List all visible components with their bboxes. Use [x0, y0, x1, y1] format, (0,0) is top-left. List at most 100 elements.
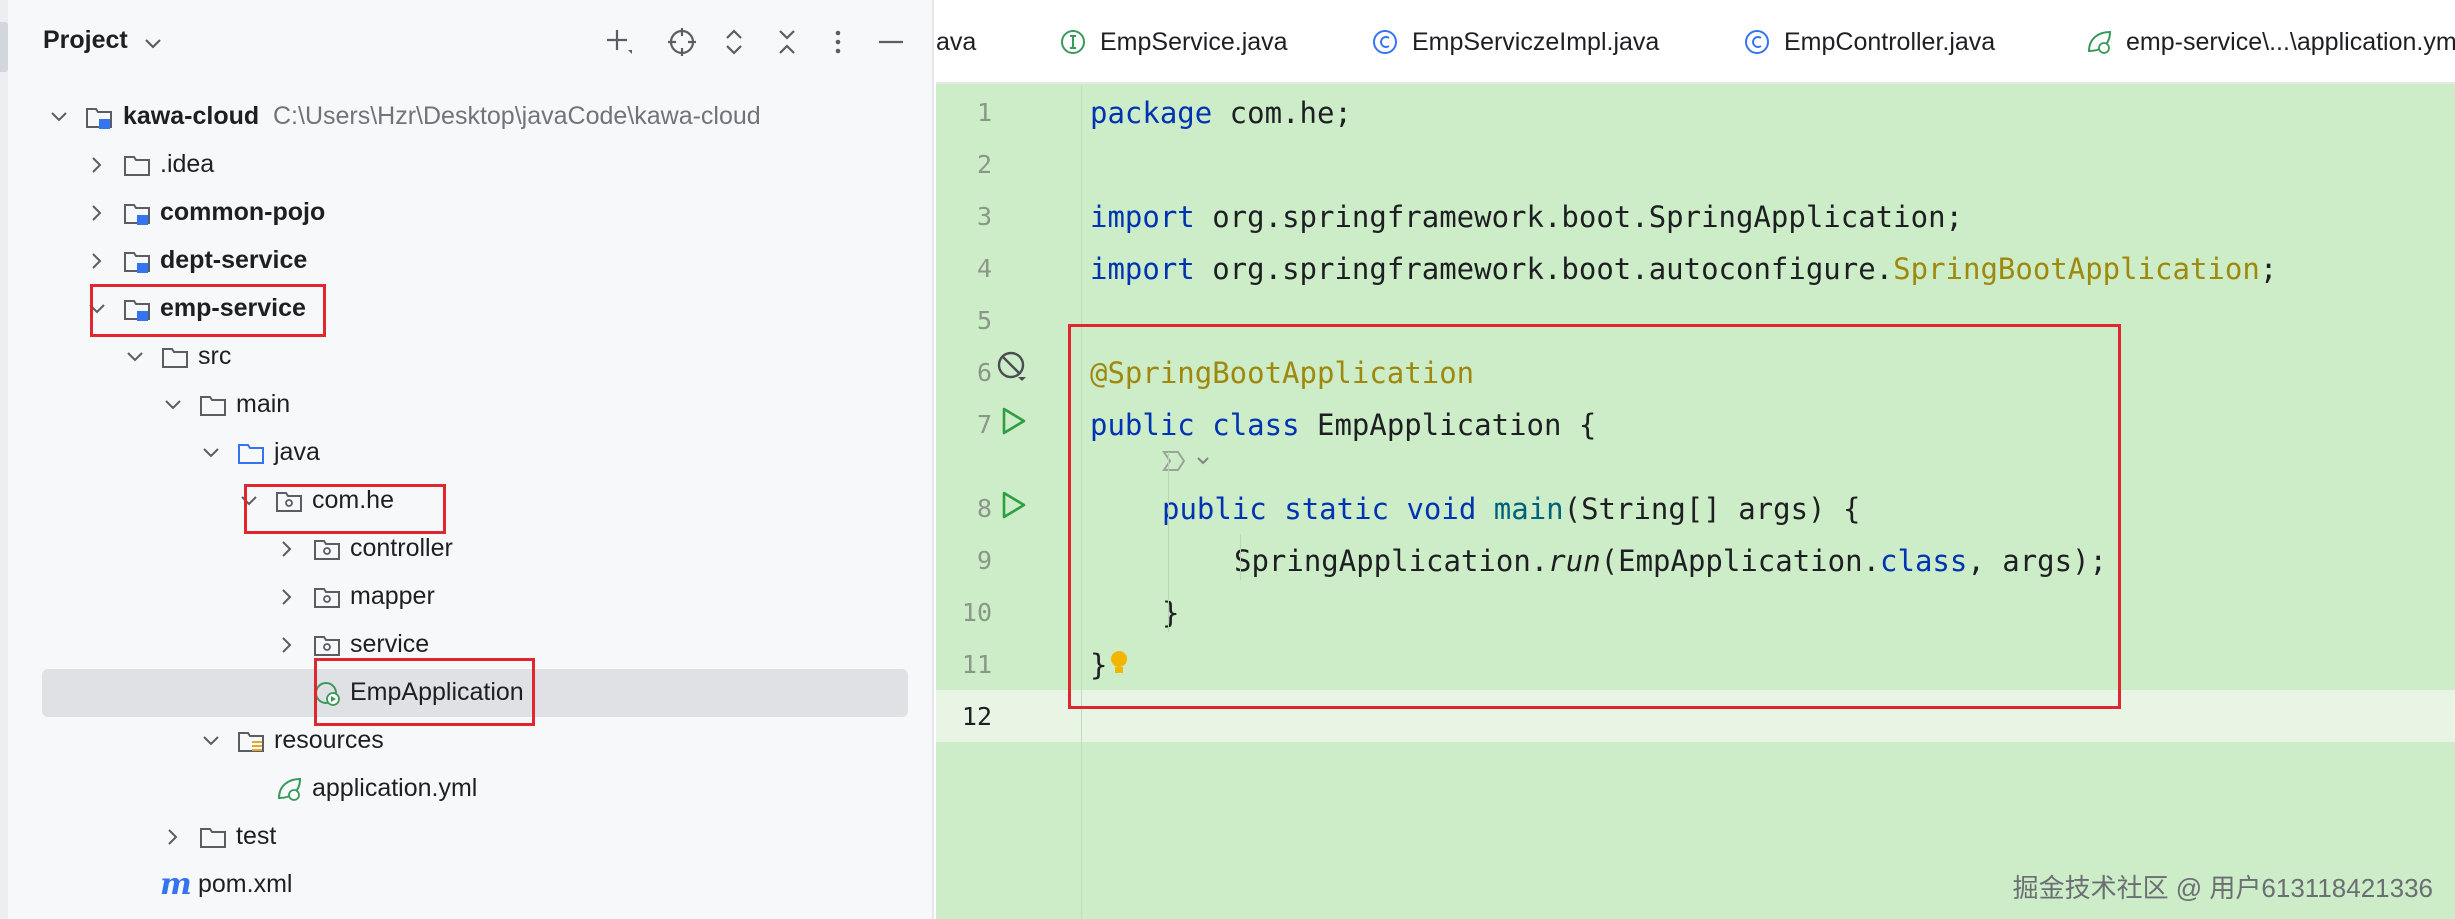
bean-disabled-icon[interactable]: [996, 350, 1030, 384]
chevron-right-icon[interactable]: [274, 536, 300, 562]
line-number: 2: [976, 150, 992, 179]
chevron-right-icon[interactable]: [84, 248, 110, 274]
chevron-right-icon[interactable]: [160, 824, 186, 850]
maven-icon: m: [160, 867, 192, 902]
editor-tab-bar: ava EmpService.java EmpServiczeImpl.java…: [936, 0, 2455, 84]
project-tool-window: Project kawa-cloud C:\Users\Hzr\Desktop\…: [0, 0, 934, 919]
tab-emp-controller-java[interactable]: EmpController.java: [1742, 0, 1996, 82]
line-number: 12: [961, 702, 992, 731]
tree-label-main: main: [236, 390, 291, 418]
tree-label-test: test: [236, 822, 277, 850]
tab-emp-service-java[interactable]: EmpService.java: [1058, 0, 1288, 82]
chevron-down-icon[interactable]: [140, 30, 166, 56]
tab-label: emp-service\...\application.ym: [2126, 27, 2455, 56]
run-icon[interactable]: [996, 404, 1030, 438]
tree-node-common-pojo[interactable]: common-pojo: [0, 189, 934, 237]
tree-label-kawa-cloud: kawa-cloud: [123, 102, 260, 130]
code-text: ;: [2259, 252, 2278, 286]
highlight-box-class: [1068, 324, 2121, 709]
tree-label-pom-xml: pom.xml: [198, 870, 293, 898]
chevron-down-icon[interactable]: [46, 104, 72, 130]
tree-node-main[interactable]: main: [0, 381, 934, 429]
package-icon: [314, 636, 340, 656]
collapse-all-icon[interactable]: [769, 24, 805, 60]
spring-yml-icon: [2087, 30, 2112, 54]
line-number: 10: [961, 598, 992, 627]
highlight-box-emp-application: [314, 658, 535, 726]
highlight-box-com-he: [244, 484, 446, 534]
editor-gutter: 1 2 3 4 5 6 7 8 9 10 11 12: [936, 86, 1082, 919]
locate-icon[interactable]: [664, 24, 700, 60]
tree-node-src[interactable]: src: [0, 333, 934, 381]
tree-node-dept-service[interactable]: dept-service: [0, 237, 934, 285]
line-number: 6: [976, 358, 992, 387]
watermark: 掘金技术社区 @ 用户613118421336: [2012, 873, 2433, 903]
tree-label-common-pojo: common-pojo: [160, 198, 326, 226]
add-icon[interactable]: [601, 24, 637, 60]
tree-node-com-he[interactable]: com.he: [0, 477, 934, 525]
code-text: org.springframework.boot.SpringApplicati…: [1194, 200, 1963, 234]
tree-node-controller[interactable]: controller: [0, 525, 934, 573]
tree-label-application-yml: application.yml: [312, 774, 478, 802]
line-number: 1: [976, 98, 992, 127]
keyword: import: [1090, 200, 1195, 234]
source-folder-icon: [238, 444, 264, 464]
package-icon: [314, 588, 340, 608]
tree-node-java[interactable]: java: [0, 429, 934, 477]
line-number: 7: [976, 410, 992, 439]
chevron-down-icon[interactable]: [160, 392, 186, 418]
chevron-right-icon[interactable]: [274, 632, 300, 658]
chevron-down-icon[interactable]: [122, 344, 148, 370]
annotation-ref: SpringBootApplication: [1893, 252, 2260, 286]
more-icon[interactable]: [820, 24, 856, 60]
code-editor[interactable]: ava EmpService.java EmpServiczeImpl.java…: [936, 0, 2455, 919]
tab-label: EmpServiczeImpl.java: [1412, 27, 1660, 56]
run-icon[interactable]: [996, 488, 1030, 522]
tab-application-yml[interactable]: emp-service\...\application.ym: [2084, 0, 2455, 82]
code-line-1: package com.he;: [936, 86, 2455, 138]
keyword: import: [1090, 252, 1195, 286]
tab-partial[interactable]: ava: [936, 0, 977, 82]
tree-node-application-yml[interactable]: application.yml: [0, 765, 934, 813]
chevron-right-icon[interactable]: [84, 200, 110, 226]
chevron-right-icon[interactable]: [274, 584, 300, 610]
line-number: 11: [961, 650, 992, 679]
package-icon: [314, 540, 340, 560]
tree-label-dept-service: dept-service: [160, 246, 308, 274]
tree-label-service: service: [350, 630, 430, 658]
line-number: 5: [976, 306, 992, 335]
folder-icon: [124, 156, 150, 176]
expand-all-icon[interactable]: [716, 24, 752, 60]
tree-node-pom-xml[interactable]: m pom.xml: [0, 861, 934, 909]
project-view-title[interactable]: Project: [43, 26, 128, 55]
folder-icon: [162, 348, 188, 368]
line-number: 8: [976, 494, 992, 523]
tree-node-kawa-cloud[interactable]: kawa-cloud C:\Users\Hzr\Desktop\javaCode…: [0, 93, 934, 141]
tree-label-idea: .idea: [160, 150, 215, 178]
highlight-box-emp-service: [90, 284, 326, 337]
tree-label-resources: resources: [274, 726, 384, 754]
tree-node-test[interactable]: test: [0, 813, 934, 861]
tab-label: EmpController.java: [1784, 27, 1996, 56]
tab-emp-service-impl-java[interactable]: EmpServiczeImpl.java: [1370, 0, 1660, 82]
code-text: org.springframework.boot.autoconfigure.: [1194, 252, 1894, 286]
code-line-4: import org.springframework.boot.autoconf…: [936, 242, 2455, 294]
code-line-3: import org.springframework.boot.SpringAp…: [936, 190, 2455, 242]
minimize-icon[interactable]: [873, 24, 909, 60]
tree-node-mapper[interactable]: mapper: [0, 573, 934, 621]
folder-icon: [200, 396, 226, 416]
tree-label-controller: controller: [350, 534, 453, 562]
line-number: 4: [976, 254, 992, 283]
chevron-right-icon[interactable]: [84, 152, 110, 178]
tab-label: ava: [936, 27, 977, 56]
spring-yml-icon: [277, 777, 302, 801]
code-text: com.he;: [1212, 96, 1352, 130]
chevron-down-icon[interactable]: [198, 728, 224, 754]
module-folder-icon: [124, 252, 150, 273]
line-number: 9: [976, 546, 992, 575]
chevron-down-icon[interactable]: [198, 440, 224, 466]
tree-label-src: src: [198, 342, 232, 370]
tab-label: EmpService.java: [1100, 27, 1288, 56]
tree-node-idea[interactable]: .idea: [0, 141, 934, 189]
